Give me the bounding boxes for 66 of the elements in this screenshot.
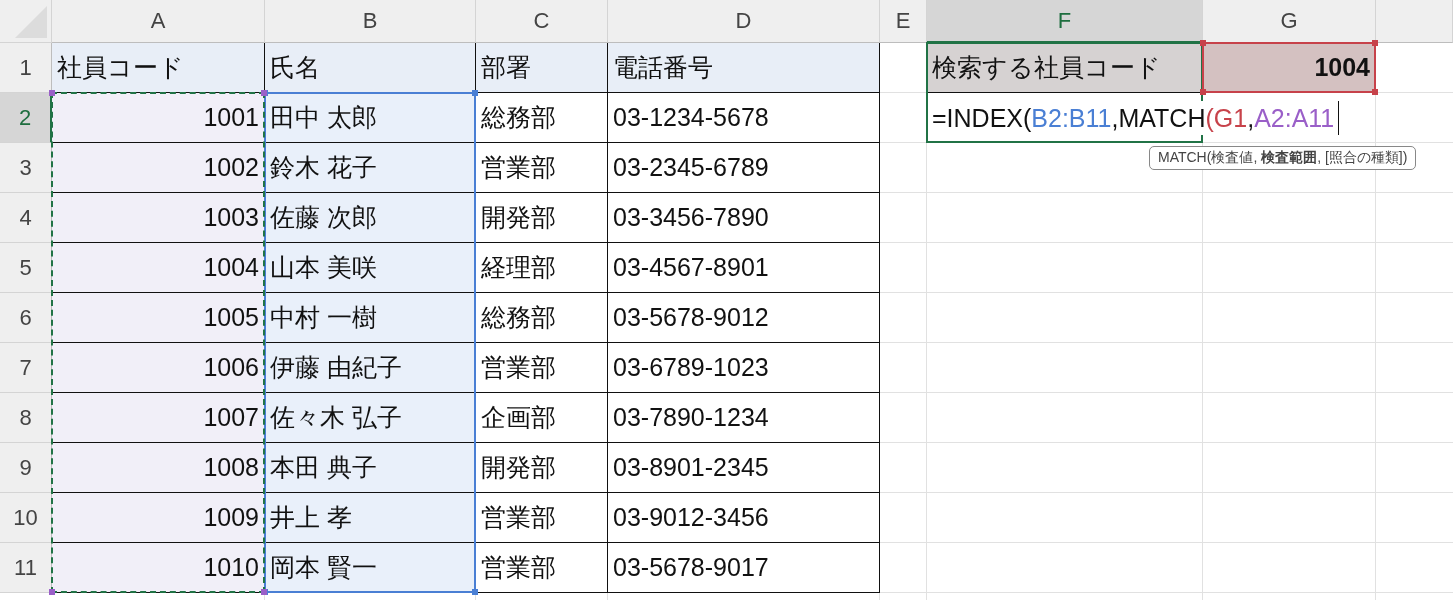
row-header[interactable]: 1 xyxy=(0,43,52,93)
table-cell: 営業部 xyxy=(476,143,608,193)
column-title-cell: 社員コード xyxy=(52,43,265,93)
function-tooltip: MATCH(検査値, 検査範囲, [照合の種類]) xyxy=(1149,146,1417,170)
table-cell: 1010 xyxy=(52,543,265,593)
row-header[interactable]: 4 xyxy=(0,193,52,243)
table-cell: 1003 xyxy=(52,193,265,243)
column-header[interactable] xyxy=(1376,0,1453,43)
table-cell: 総務部 xyxy=(476,293,608,343)
table-cell: 03-5678-9017 xyxy=(608,543,880,593)
column-title-cell: 部署 xyxy=(476,43,608,93)
table-cell: 03-3456-7890 xyxy=(608,193,880,243)
table-cell: 1009 xyxy=(52,493,265,543)
table-cell: 佐々木 弘子 xyxy=(265,393,476,443)
row-header[interactable]: 7 xyxy=(0,343,52,393)
table-cell: 田中 太郎 xyxy=(265,93,476,143)
table-cell: 03-2345-6789 xyxy=(608,143,880,193)
table-cell: 企画部 xyxy=(476,393,608,443)
table-cell: 03-1234-5678 xyxy=(608,93,880,143)
column-header[interactable]: A xyxy=(52,0,265,43)
table-cell: 開発部 xyxy=(476,443,608,493)
table-cell: 03-6789-1023 xyxy=(608,343,880,393)
table-cell: 開発部 xyxy=(476,193,608,243)
column-header[interactable]: B xyxy=(265,0,476,43)
row-header[interactable]: 8 xyxy=(0,393,52,443)
table-cell: 1001 xyxy=(52,93,265,143)
table-cell: 山本 美咲 xyxy=(265,243,476,293)
table-cell: 1002 xyxy=(52,143,265,193)
table-cell: 1006 xyxy=(52,343,265,393)
row-header[interactable]: 10 xyxy=(0,493,52,543)
table-cell: 03-5678-9012 xyxy=(608,293,880,343)
row-header[interactable]: 2 xyxy=(0,93,52,143)
table-cell: 井上 孝 xyxy=(265,493,476,543)
column-header[interactable]: E xyxy=(880,0,927,43)
table-cell: 1005 xyxy=(52,293,265,343)
column-header[interactable]: C xyxy=(476,0,608,43)
table-cell: 営業部 xyxy=(476,493,608,543)
column-header[interactable]: F xyxy=(927,0,1203,43)
lookup-value-cell[interactable]: 1004 xyxy=(1203,43,1376,93)
row-header[interactable]: 5 xyxy=(0,243,52,293)
row-header[interactable]: 6 xyxy=(0,293,52,343)
table-cell: 伊藤 由紀子 xyxy=(265,343,476,393)
column-header[interactable]: G xyxy=(1203,0,1376,43)
table-cell: 03-4567-8901 xyxy=(608,243,880,293)
table-cell: 本田 典子 xyxy=(265,443,476,493)
table-cell: 鈴木 花子 xyxy=(265,143,476,193)
row-header[interactable]: 11 xyxy=(0,543,52,593)
table-cell: 03-8901-2345 xyxy=(608,443,880,493)
row-header[interactable]: 9 xyxy=(0,443,52,493)
table-cell: 岡本 賢一 xyxy=(265,543,476,593)
column-title-cell: 電話番号 xyxy=(608,43,880,93)
column-header[interactable]: D xyxy=(608,0,880,43)
row-header[interactable]: 3 xyxy=(0,143,52,193)
lookup-label-cell: 検索する社員コード xyxy=(927,43,1203,93)
table-cell: 総務部 xyxy=(476,93,608,143)
table-cell: 1007 xyxy=(52,393,265,443)
table-cell: 営業部 xyxy=(476,543,608,593)
table-cell: 中村 一樹 xyxy=(265,293,476,343)
column-title-cell: 氏名 xyxy=(265,43,476,93)
table-cell: 03-7890-1234 xyxy=(608,393,880,443)
table-cell: 1004 xyxy=(52,243,265,293)
table-cell: 03-9012-3456 xyxy=(608,493,880,543)
table-cell: 経理部 xyxy=(476,243,608,293)
table-cell: 営業部 xyxy=(476,343,608,393)
table-cell: 1008 xyxy=(52,443,265,493)
table-cell: 佐藤 次郎 xyxy=(265,193,476,243)
